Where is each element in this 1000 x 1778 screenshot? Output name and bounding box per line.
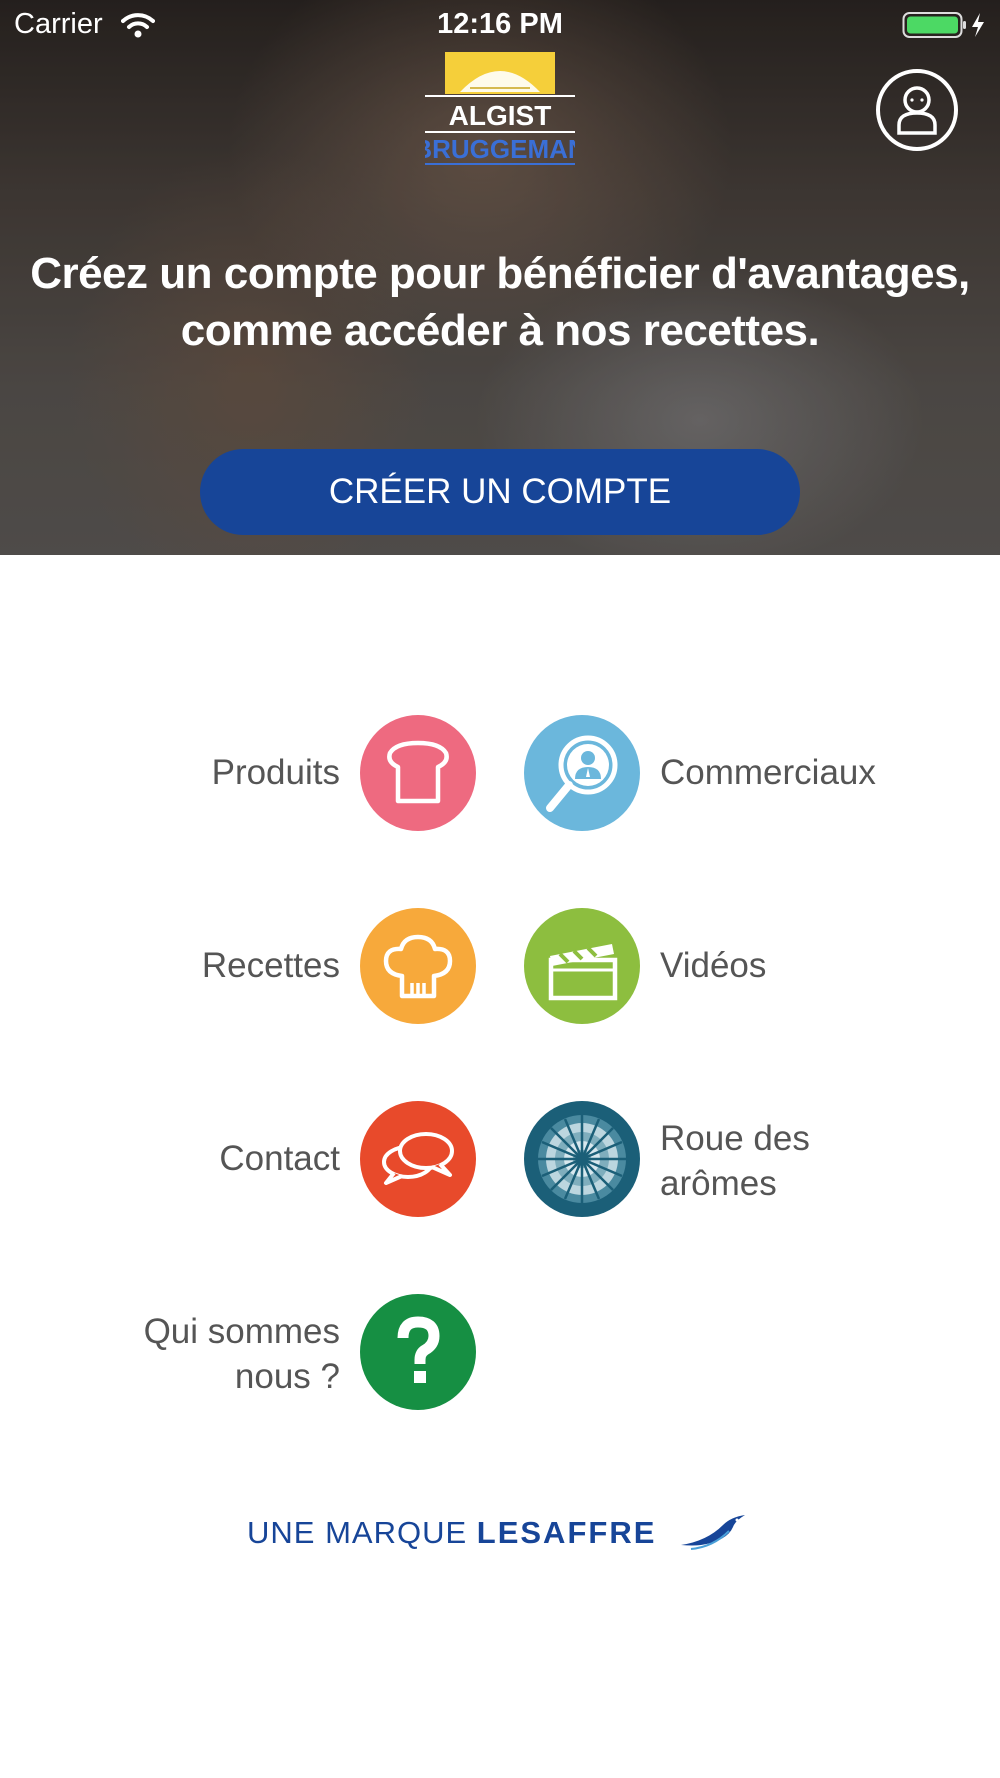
question-mark-icon <box>397 1316 440 1383</box>
brand-prefix: UNE MARQUE <box>247 1515 468 1550</box>
recettes-circle[interactable] <box>360 908 476 1024</box>
aroma-wheel-icon <box>538 1115 626 1203</box>
menu-label-qui-line2: nous ? <box>234 1357 340 1396</box>
logo-text-top: ALGIST <box>449 100 552 131</box>
videos-circle[interactable] <box>524 908 640 1024</box>
logo-text-bottom: BRUGGEMAN <box>425 134 575 164</box>
swallow-logo-icon <box>681 1515 745 1550</box>
menu-label-commerciaux: Commerciaux <box>660 753 876 792</box>
status-bar: Carrier 12:16 PM <box>0 0 1000 50</box>
chef-hat-icon <box>383 934 453 999</box>
brand-text: UNE MARQUE LESAFFRE <box>247 1515 656 1551</box>
clapperboard-icon <box>548 944 618 1001</box>
bread-icon <box>387 740 449 804</box>
menu-label-contact: Contact <box>219 1139 340 1178</box>
menu-label-qui-line1: Qui sommes <box>143 1312 340 1351</box>
status-time: 12:16 PM <box>437 8 563 40</box>
roue-circle[interactable] <box>524 1101 640 1217</box>
battery-charging-icon <box>902 12 984 38</box>
brand-name: LESAFFRE <box>476 1515 657 1550</box>
create-account-label: CRÉER UN COMPTE <box>328 472 672 511</box>
menu-label-roue-line1: Roue des <box>660 1119 810 1158</box>
lesaffre-brand-footer: UNE MARQUE LESAFFRE <box>245 1507 755 1557</box>
qui-circle[interactable] <box>360 1294 476 1410</box>
user-icon <box>897 86 937 135</box>
create-account-button[interactable]: CRÉER UN COMPTE <box>200 449 800 535</box>
profile-button[interactable] <box>876 69 958 151</box>
commerciaux-circle[interactable] <box>524 715 640 831</box>
search-person-icon <box>546 735 618 812</box>
hero-headline: Créez un compte pour bénéficier d'avanta… <box>30 249 970 355</box>
menu-label-roue-line2: arômes <box>660 1164 777 1203</box>
chat-bubbles-icon <box>382 1132 454 1185</box>
hero-banner: Carrier 12:16 PM ALGIST BRUGGEMAN <box>0 0 1000 555</box>
menu-label-recettes: Recettes <box>201 946 340 985</box>
menu-label-produits: Produits <box>211 753 340 792</box>
produits-circle[interactable] <box>360 715 476 831</box>
contact-circle[interactable] <box>360 1101 476 1217</box>
menu-label-videos: Vidéos <box>660 946 767 985</box>
algist-bruggeman-logo: ALGIST BRUGGEMAN <box>413 52 587 170</box>
